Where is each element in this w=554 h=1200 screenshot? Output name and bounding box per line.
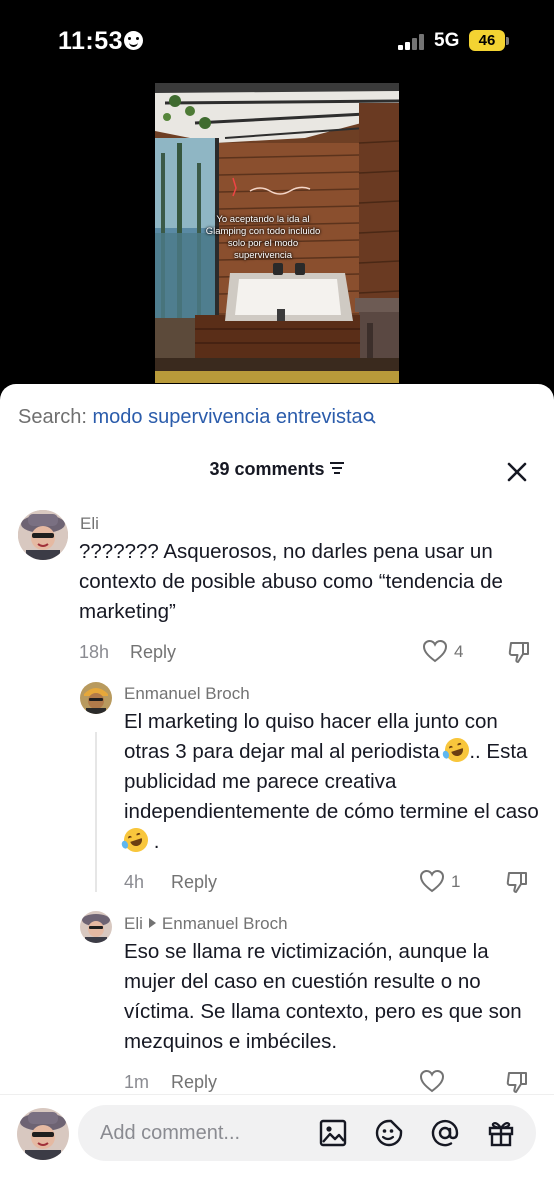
battery-tip	[506, 37, 509, 45]
reply-text: Eso se llama re victimización, aunque la…	[124, 940, 522, 1053]
emoji-icon[interactable]	[374, 1118, 404, 1148]
comments-sheet: Search: modo supervivencia entrevista 39…	[0, 384, 554, 1200]
battery-indicator: 46	[469, 30, 505, 51]
reply-time: 1m	[124, 1072, 150, 1092]
image-icon[interactable]	[318, 1118, 348, 1148]
reply-to-user[interactable]: Enmanuel Broch	[162, 914, 288, 933]
reply-to-arrow-icon	[148, 918, 156, 928]
comment-input-box[interactable]	[78, 1105, 536, 1161]
gift-icon[interactable]	[486, 1118, 516, 1148]
mention-icon[interactable]	[430, 1118, 460, 1148]
signal-strength-icon	[398, 34, 426, 50]
focus-smiley-icon	[124, 31, 143, 50]
network-type: 5G	[434, 30, 460, 51]
reply-button[interactable]: Reply	[171, 1072, 217, 1093]
avatar[interactable]	[80, 911, 112, 943]
video-area[interactable]: Yo aceptando la ida al Glamping con todo…	[0, 80, 554, 400]
comment-input[interactable]	[100, 1105, 300, 1161]
reply-item: Eli Enmanuel Broch Eso se llama re victim…	[0, 384, 554, 1096]
reply-username: Eli Enmanuel Broch	[124, 914, 288, 934]
status-time: 11:53	[58, 27, 124, 55]
current-user-avatar[interactable]	[17, 1108, 69, 1160]
video-caption: Yo aceptando la ida al Glamping con todo…	[205, 214, 321, 261]
status-bar: 11:53 5G 46	[0, 0, 554, 80]
comment-composer-bar	[0, 1094, 554, 1200]
reply-author[interactable]: Eli	[124, 914, 143, 933]
